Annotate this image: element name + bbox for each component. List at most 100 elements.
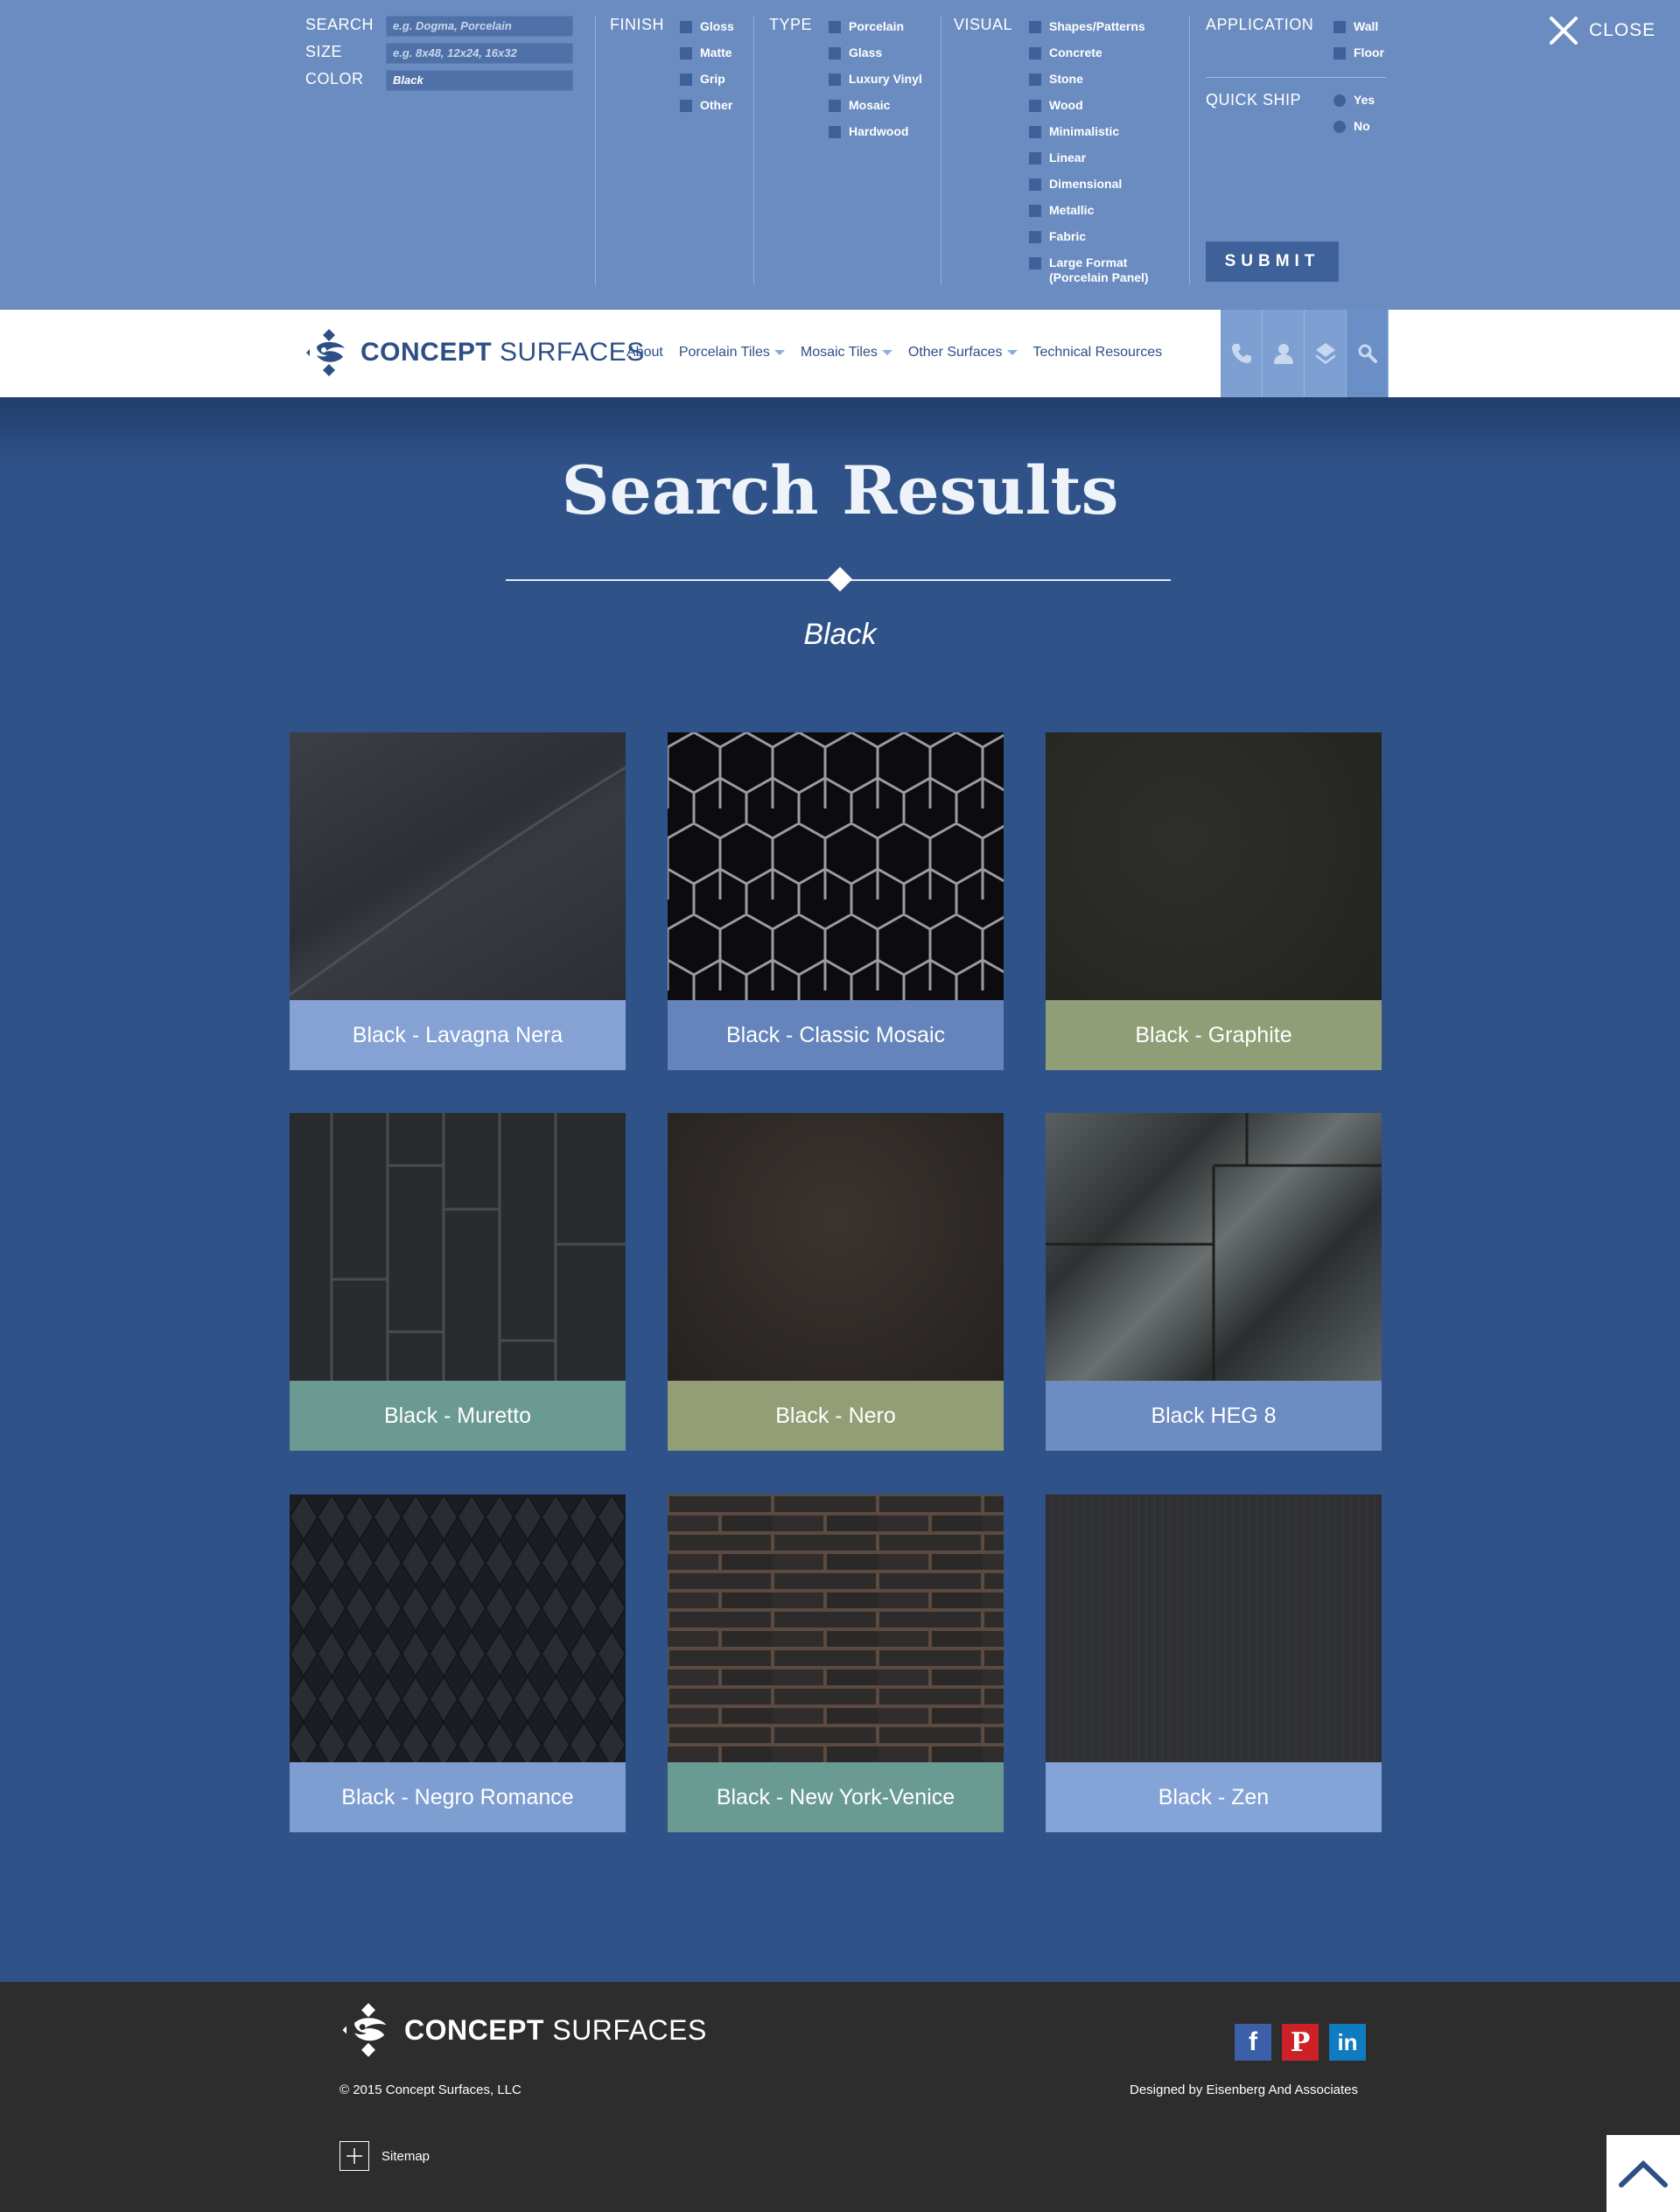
application-option-wall[interactable]: Wall: [1334, 19, 1378, 34]
visual-option-linear[interactable]: Linear: [1029, 150, 1086, 165]
type-option-luxury-vinyl[interactable]: Luxury Vinyl: [829, 72, 922, 87]
submit-button[interactable]: SUBMIT: [1206, 242, 1339, 282]
visual-option-dimensional[interactable]: Dimensional: [1029, 177, 1122, 192]
visual-option-minimalistic[interactable]: Minimalistic: [1029, 124, 1119, 139]
result-card[interactable]: Black - Classic Mosaic: [668, 732, 1004, 1070]
quick-ship-option-yes[interactable]: Yes: [1334, 93, 1375, 108]
result-label[interactable]: Black - New York-Venice: [668, 1762, 1004, 1832]
checkbox[interactable]: [1029, 152, 1041, 164]
checkbox[interactable]: [680, 74, 692, 86]
checkbox[interactable]: [680, 100, 692, 112]
visual-option-wood[interactable]: Wood: [1029, 98, 1083, 113]
checkbox[interactable]: [1029, 47, 1041, 60]
footer-logo-bold: CONCEPT: [404, 2013, 544, 2046]
designed-by-link[interactable]: Designed by Eisenberg And Associates: [1130, 2082, 1358, 2097]
type-option-hardwood[interactable]: Hardwood: [829, 124, 908, 139]
checkbox[interactable]: [1029, 100, 1041, 112]
checkbox[interactable]: [680, 21, 692, 33]
visual-option-shapes[interactable]: Shapes/Patterns: [1029, 19, 1145, 34]
finish-option-other[interactable]: Other: [680, 98, 732, 113]
account-button[interactable]: [1263, 310, 1305, 397]
result-image[interactable]: [1046, 1113, 1382, 1381]
quick-ship-option-no[interactable]: No: [1334, 119, 1370, 134]
checkbox[interactable]: [1029, 257, 1041, 270]
type-option-glass[interactable]: Glass: [829, 46, 882, 60]
application-filter: APPLICATION Wall Floor QUICK SHIP Yes No: [1206, 16, 1390, 147]
application-option-floor[interactable]: Floor: [1334, 46, 1384, 60]
finish-option-gloss[interactable]: Gloss: [680, 19, 734, 34]
checkbox[interactable]: [829, 126, 841, 138]
result-card[interactable]: Black - Nero: [668, 1113, 1004, 1451]
radio[interactable]: [1334, 121, 1346, 133]
checkbox[interactable]: [1029, 74, 1041, 86]
finish-option-grip[interactable]: Grip: [680, 72, 725, 87]
result-image[interactable]: [1046, 1494, 1382, 1762]
nav-link-label: Mosaic Tiles: [800, 345, 878, 360]
checkbox[interactable]: [829, 74, 841, 86]
checkbox[interactable]: [1334, 21, 1346, 33]
result-card[interactable]: Black HEG 8: [1046, 1113, 1382, 1451]
finish-option-matte[interactable]: Matte: [680, 46, 732, 60]
search-input[interactable]: e.g. Dogma, Porcelain: [386, 16, 573, 37]
result-label[interactable]: Black - Lavagna Nera: [290, 1000, 626, 1070]
visual-option-metallic[interactable]: Metallic: [1029, 203, 1094, 218]
size-input[interactable]: e.g. 8x48, 12x24, 16x32: [386, 43, 573, 64]
result-image[interactable]: [1046, 732, 1382, 1000]
samples-button[interactable]: [1305, 310, 1347, 397]
visual-option-large-format[interactable]: Large Format (Porcelain Panel): [1029, 256, 1172, 285]
divider: [1206, 77, 1386, 78]
radio[interactable]: [1334, 94, 1346, 107]
type-option-porcelain[interactable]: Porcelain: [829, 19, 904, 34]
result-image[interactable]: [290, 1494, 626, 1762]
checkbox[interactable]: [829, 100, 841, 112]
type-option-mosaic[interactable]: Mosaic: [829, 98, 890, 113]
result-card[interactable]: Black - Muretto: [290, 1113, 626, 1451]
visual-option-concrete[interactable]: Concrete: [1029, 46, 1102, 60]
nav-link-porcelain-tiles[interactable]: Porcelain Tiles: [679, 345, 785, 360]
checkbox[interactable]: [1029, 21, 1041, 33]
result-label[interactable]: Black - Classic Mosaic: [668, 1000, 1004, 1070]
checkbox[interactable]: [829, 21, 841, 33]
result-image[interactable]: [668, 1113, 1004, 1381]
checkbox[interactable]: [1029, 231, 1041, 243]
nav-link-about[interactable]: About: [626, 345, 663, 360]
result-label[interactable]: Black - Zen: [1046, 1762, 1382, 1832]
checkbox[interactable]: [1334, 47, 1346, 60]
result-label[interactable]: Black - Nero: [668, 1381, 1004, 1451]
phone-button[interactable]: [1221, 310, 1263, 397]
result-label[interactable]: Black - Graphite: [1046, 1000, 1382, 1070]
checkbox[interactable]: [829, 47, 841, 60]
visual-option-fabric[interactable]: Fabric: [1029, 229, 1086, 244]
result-card[interactable]: Black - Zen: [1046, 1494, 1382, 1832]
nav-link-other-surfaces[interactable]: Other Surfaces: [908, 345, 1018, 360]
result-card[interactable]: Black - Lavagna Nera: [290, 732, 626, 1070]
result-label[interactable]: Black HEG 8: [1046, 1381, 1382, 1451]
facebook-link[interactable]: f: [1235, 2024, 1271, 2061]
close-button[interactable]: CLOSE: [1549, 16, 1656, 46]
result-card[interactable]: Black - Negro Romance: [290, 1494, 626, 1832]
search-button[interactable]: [1347, 310, 1389, 397]
footer-logo[interactable]: CONCEPT SURFACES: [340, 2001, 707, 2059]
color-input[interactable]: Black: [386, 70, 573, 91]
checkbox[interactable]: [1029, 126, 1041, 138]
back-to-top-button[interactable]: [1606, 2135, 1680, 2212]
result-label[interactable]: Black - Muretto: [290, 1381, 626, 1451]
checkbox[interactable]: [1029, 178, 1041, 191]
result-image[interactable]: [668, 732, 1004, 1000]
nav-link-technical-resources[interactable]: Technical Resources: [1033, 345, 1163, 360]
result-image[interactable]: [290, 1113, 626, 1381]
visual-option-stone[interactable]: Stone: [1029, 72, 1083, 87]
checkbox[interactable]: [1029, 205, 1041, 217]
nav-link-mosaic-tiles[interactable]: Mosaic Tiles: [801, 345, 892, 360]
logo[interactable]: CONCEPT SURFACES: [304, 327, 645, 378]
result-image[interactable]: [290, 732, 626, 1000]
pinterest-link[interactable]: P: [1282, 2024, 1319, 2061]
sitemap-toggle[interactable]: Sitemap: [340, 2141, 430, 2171]
result-label[interactable]: Black - Negro Romance: [290, 1762, 626, 1832]
result-card[interactable]: Black - New York-Venice: [668, 1494, 1004, 1832]
result-card[interactable]: Black - Graphite: [1046, 732, 1382, 1070]
linkedin-link[interactable]: in: [1329, 2024, 1366, 2061]
checkbox[interactable]: [680, 47, 692, 60]
result-image[interactable]: [668, 1494, 1004, 1762]
finish-title: FINISH: [610, 16, 665, 33]
